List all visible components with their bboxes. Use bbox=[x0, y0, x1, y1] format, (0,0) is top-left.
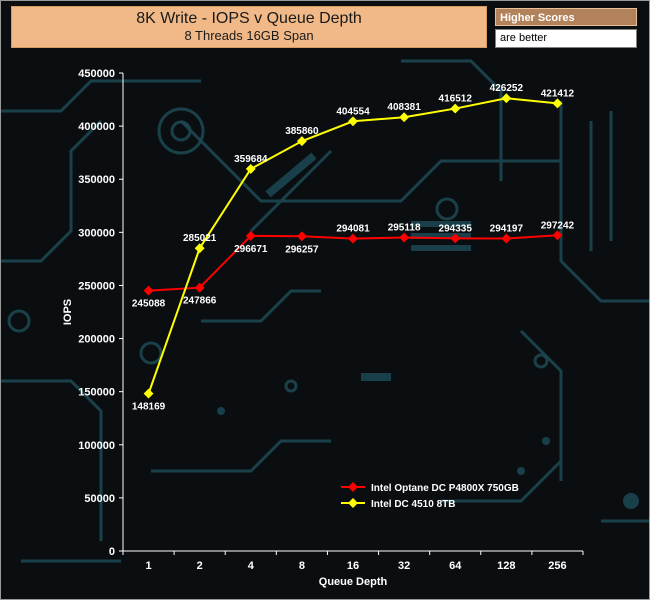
x-tick-labels: 1 2 4 8 16 32 64 128 256 bbox=[122, 551, 584, 572]
data-label: 294081 bbox=[336, 224, 370, 235]
data-point bbox=[296, 231, 307, 242]
y-axis-title: IOPS bbox=[62, 299, 74, 325]
y-tick-label: 400000 bbox=[78, 121, 115, 133]
x-tick-label: 2 bbox=[197, 560, 203, 572]
x-tick-label: 16 bbox=[347, 560, 359, 572]
data-label: 296257 bbox=[285, 244, 319, 255]
data-point bbox=[245, 163, 256, 174]
x-tick-label: 8 bbox=[299, 560, 305, 572]
y-tick-label: 300000 bbox=[78, 227, 115, 239]
data-point bbox=[143, 285, 154, 296]
y-tick-label: 200000 bbox=[78, 334, 115, 346]
y-tick-label: 100000 bbox=[78, 440, 115, 452]
data-label: 285021 bbox=[183, 233, 217, 244]
data-label: 247866 bbox=[183, 296, 217, 307]
data-point bbox=[399, 232, 410, 243]
x-tick-label: 64 bbox=[449, 560, 462, 572]
data-label: 385860 bbox=[285, 126, 319, 137]
series-layer bbox=[143, 93, 563, 399]
legend-label: Intel Optane DC P4800X 750GB bbox=[371, 483, 519, 494]
data-label: 416512 bbox=[439, 94, 473, 105]
legend: Intel Optane DC P4800X 750GB Intel DC 451… bbox=[341, 482, 519, 510]
data-point bbox=[450, 103, 461, 114]
data-label: 408381 bbox=[387, 102, 421, 113]
data-point bbox=[501, 233, 512, 244]
chart-frame: 8K Write - IOPS v Queue Depth 8 Threads … bbox=[0, 0, 650, 600]
y-tick-label: 150000 bbox=[78, 387, 115, 399]
data-label: 295118 bbox=[388, 223, 421, 234]
data-point bbox=[348, 233, 358, 244]
y-tick-label: 50000 bbox=[84, 493, 115, 505]
y-tick-label: 350000 bbox=[78, 174, 115, 186]
data-label: 294335 bbox=[439, 223, 473, 234]
legend-marker bbox=[348, 482, 358, 492]
x-axis-title: Queue Depth bbox=[319, 576, 388, 588]
data-point bbox=[348, 116, 358, 127]
data-point bbox=[552, 98, 563, 109]
data-point bbox=[143, 388, 154, 399]
data-label: 296671 bbox=[234, 244, 268, 255]
data-point bbox=[450, 233, 461, 244]
data-point bbox=[399, 112, 410, 123]
data-label: 404554 bbox=[336, 106, 370, 117]
data-label: 294197 bbox=[490, 223, 524, 234]
data-label: 148169 bbox=[132, 402, 166, 413]
data-label: 245088 bbox=[132, 299, 166, 310]
legend-marker bbox=[348, 498, 358, 508]
data-point bbox=[194, 243, 205, 254]
x-tick-label: 256 bbox=[548, 560, 566, 572]
data-label: 359684 bbox=[234, 154, 268, 165]
series-line bbox=[147, 97, 558, 394]
x-tick-label: 4 bbox=[248, 560, 255, 572]
legend-label: Intel DC 4510 8TB bbox=[371, 499, 455, 510]
line-chart: 0 50000 100000 150000 200000 250000 300000 3500… bbox=[62, 68, 584, 588]
x-tick-label: 32 bbox=[398, 560, 410, 572]
data-label: 297242 bbox=[541, 220, 575, 231]
y-tick-label: 450000 bbox=[78, 68, 115, 80]
y-tick-label: 250000 bbox=[78, 280, 115, 292]
data-label: 421412 bbox=[541, 88, 575, 99]
data-label: 426252 bbox=[490, 83, 524, 94]
x-tick-label: 128 bbox=[497, 560, 515, 572]
x-tick-label: 1 bbox=[145, 560, 151, 572]
data-point bbox=[296, 136, 307, 147]
data-point bbox=[552, 230, 563, 241]
data-point bbox=[501, 93, 512, 104]
y-tick-labels: 0 50000 100000 150000 200000 250000 300000 3500… bbox=[78, 68, 123, 558]
y-tick-label: 0 bbox=[109, 546, 115, 558]
